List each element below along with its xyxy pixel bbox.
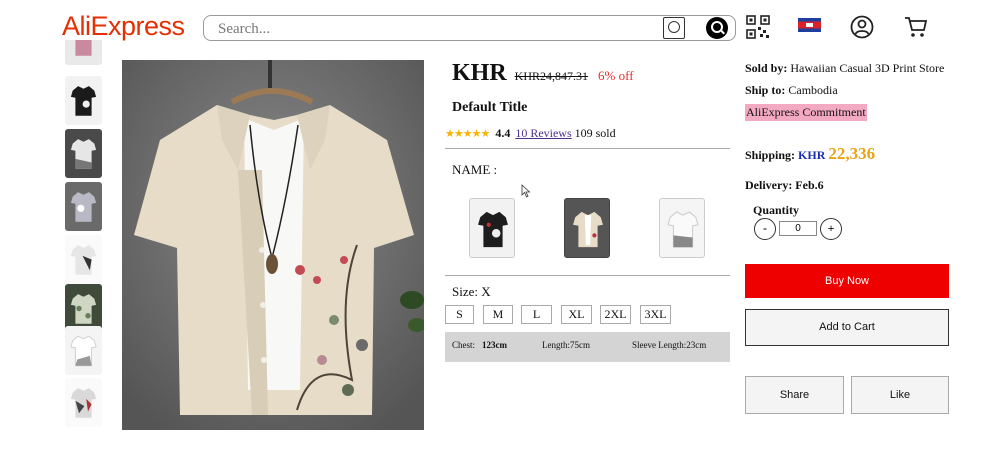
- size-option-m[interactable]: M: [483, 305, 513, 324]
- rating-row: ★★★★★ 4.4 10 Reviews 109 sold: [445, 126, 616, 141]
- mouse-cursor-icon: [521, 184, 531, 198]
- search-input[interactable]: [218, 19, 638, 39]
- variant-option-white[interactable]: [659, 198, 705, 258]
- reviews-link[interactable]: 10 Reviews: [515, 126, 571, 140]
- discount-badge: 6% off: [598, 68, 634, 83]
- chest-label: Chest:: [452, 340, 476, 350]
- shirt-image: [70, 86, 97, 116]
- shirt-image: [70, 192, 97, 222]
- product-title: Default Title: [452, 100, 528, 115]
- product-thumbnail[interactable]: [65, 235, 102, 284]
- size-option-3xl[interactable]: 3XL: [640, 305, 671, 324]
- main-product-image[interactable]: [122, 60, 424, 430]
- black-floral-shirt-icon: [478, 211, 508, 248]
- ship-to-row: Ship to: Cambodia: [745, 83, 838, 98]
- variant-label: NAME :: [452, 162, 498, 177]
- chest-value: 123cm: [482, 340, 507, 350]
- header: AliExpress: [0, 0, 1000, 56]
- product-thumbnail[interactable]: [65, 40, 102, 65]
- product-thumbnail[interactable]: [65, 326, 102, 375]
- size-option-l[interactable]: L: [521, 305, 552, 324]
- sleeve-length-value: Sleeve Length:23cm: [632, 340, 707, 350]
- qr-code-icon[interactable]: [746, 15, 770, 39]
- shipping-row: Shipping: KHR 22,336: [745, 144, 875, 164]
- shirt-image: [70, 335, 97, 367]
- shirt-image: [75, 40, 92, 56]
- size-option-xl[interactable]: XL: [561, 305, 592, 324]
- shirt-image: [70, 139, 97, 169]
- ship-to-country[interactable]: Cambodia: [788, 83, 837, 97]
- product-thumbnail[interactable]: [65, 129, 102, 178]
- rating-value: 4.4: [495, 126, 511, 140]
- sold-count: 109 sold: [574, 126, 616, 140]
- product-thumbnail[interactable]: [65, 76, 102, 125]
- commitment-badge[interactable]: AliExpress Commitment: [745, 104, 867, 121]
- size-label: Size: X: [452, 284, 491, 299]
- aliexpress-logo[interactable]: AliExpress: [62, 11, 185, 42]
- quantity-label: Quantity: [753, 203, 800, 217]
- size-option-2xl[interactable]: 2XL: [600, 305, 631, 324]
- image-search-icon[interactable]: [663, 17, 685, 39]
- store-name[interactable]: Hawaiian Casual 3D Print Store: [790, 61, 944, 75]
- product-thumbnail[interactable]: [65, 378, 102, 427]
- delivery-date: Delivery: Feb.6: [745, 178, 824, 192]
- add-to-cart-button[interactable]: Add to Cart: [745, 309, 949, 346]
- quantity-increase-button[interactable]: +: [820, 218, 842, 240]
- variant-option-beige[interactable]: [564, 198, 610, 258]
- ship-to-label: Ship to:: [745, 83, 786, 97]
- price-currency: KHR: [452, 60, 507, 86]
- shirt-image: [70, 294, 97, 324]
- shipping-currency: KHR: [798, 148, 826, 162]
- size-option-s[interactable]: S: [445, 305, 474, 324]
- beige-floral-shirt-icon: [573, 211, 603, 248]
- shipping-cost: 22,336: [828, 144, 876, 163]
- product-thumbnail[interactable]: [65, 182, 102, 231]
- original-price: KHR24,847.31: [514, 69, 589, 83]
- sold-by-label: Sold by:: [745, 61, 788, 75]
- user-icon[interactable]: [850, 15, 874, 39]
- cart-icon[interactable]: [904, 15, 928, 39]
- variant-option-black[interactable]: [469, 198, 515, 258]
- divider: [445, 148, 730, 149]
- shipping-label: Shipping:: [745, 148, 796, 162]
- size-measurements: Chest: 123cm Length:75cm Sleeve Length:2…: [445, 332, 730, 362]
- shirt-image: [70, 388, 97, 418]
- share-button[interactable]: Share: [745, 376, 844, 414]
- divider: [445, 275, 730, 276]
- search-icon[interactable]: [706, 17, 728, 39]
- white-floral-shirt-icon: [667, 211, 699, 248]
- quantity-decrease-button[interactable]: -: [754, 218, 776, 240]
- thumbnail-gallery: [65, 40, 103, 432]
- buy-now-button[interactable]: Buy Now: [745, 264, 949, 298]
- star-rating-icon: ★★★★★: [445, 128, 490, 140]
- shirt-image: [70, 245, 97, 275]
- shirt-photo: [122, 60, 424, 430]
- quantity-input[interactable]: [779, 221, 817, 236]
- like-button[interactable]: Like: [851, 376, 949, 414]
- price-row: KHR KHR24,847.31 6% off: [452, 60, 634, 90]
- sold-by-row: Sold by: Hawaiian Casual 3D Print Store: [745, 61, 944, 76]
- cambodia-flag-icon[interactable]: [798, 18, 821, 32]
- search-bar: [203, 15, 736, 41]
- length-value: Length:75cm: [542, 340, 590, 350]
